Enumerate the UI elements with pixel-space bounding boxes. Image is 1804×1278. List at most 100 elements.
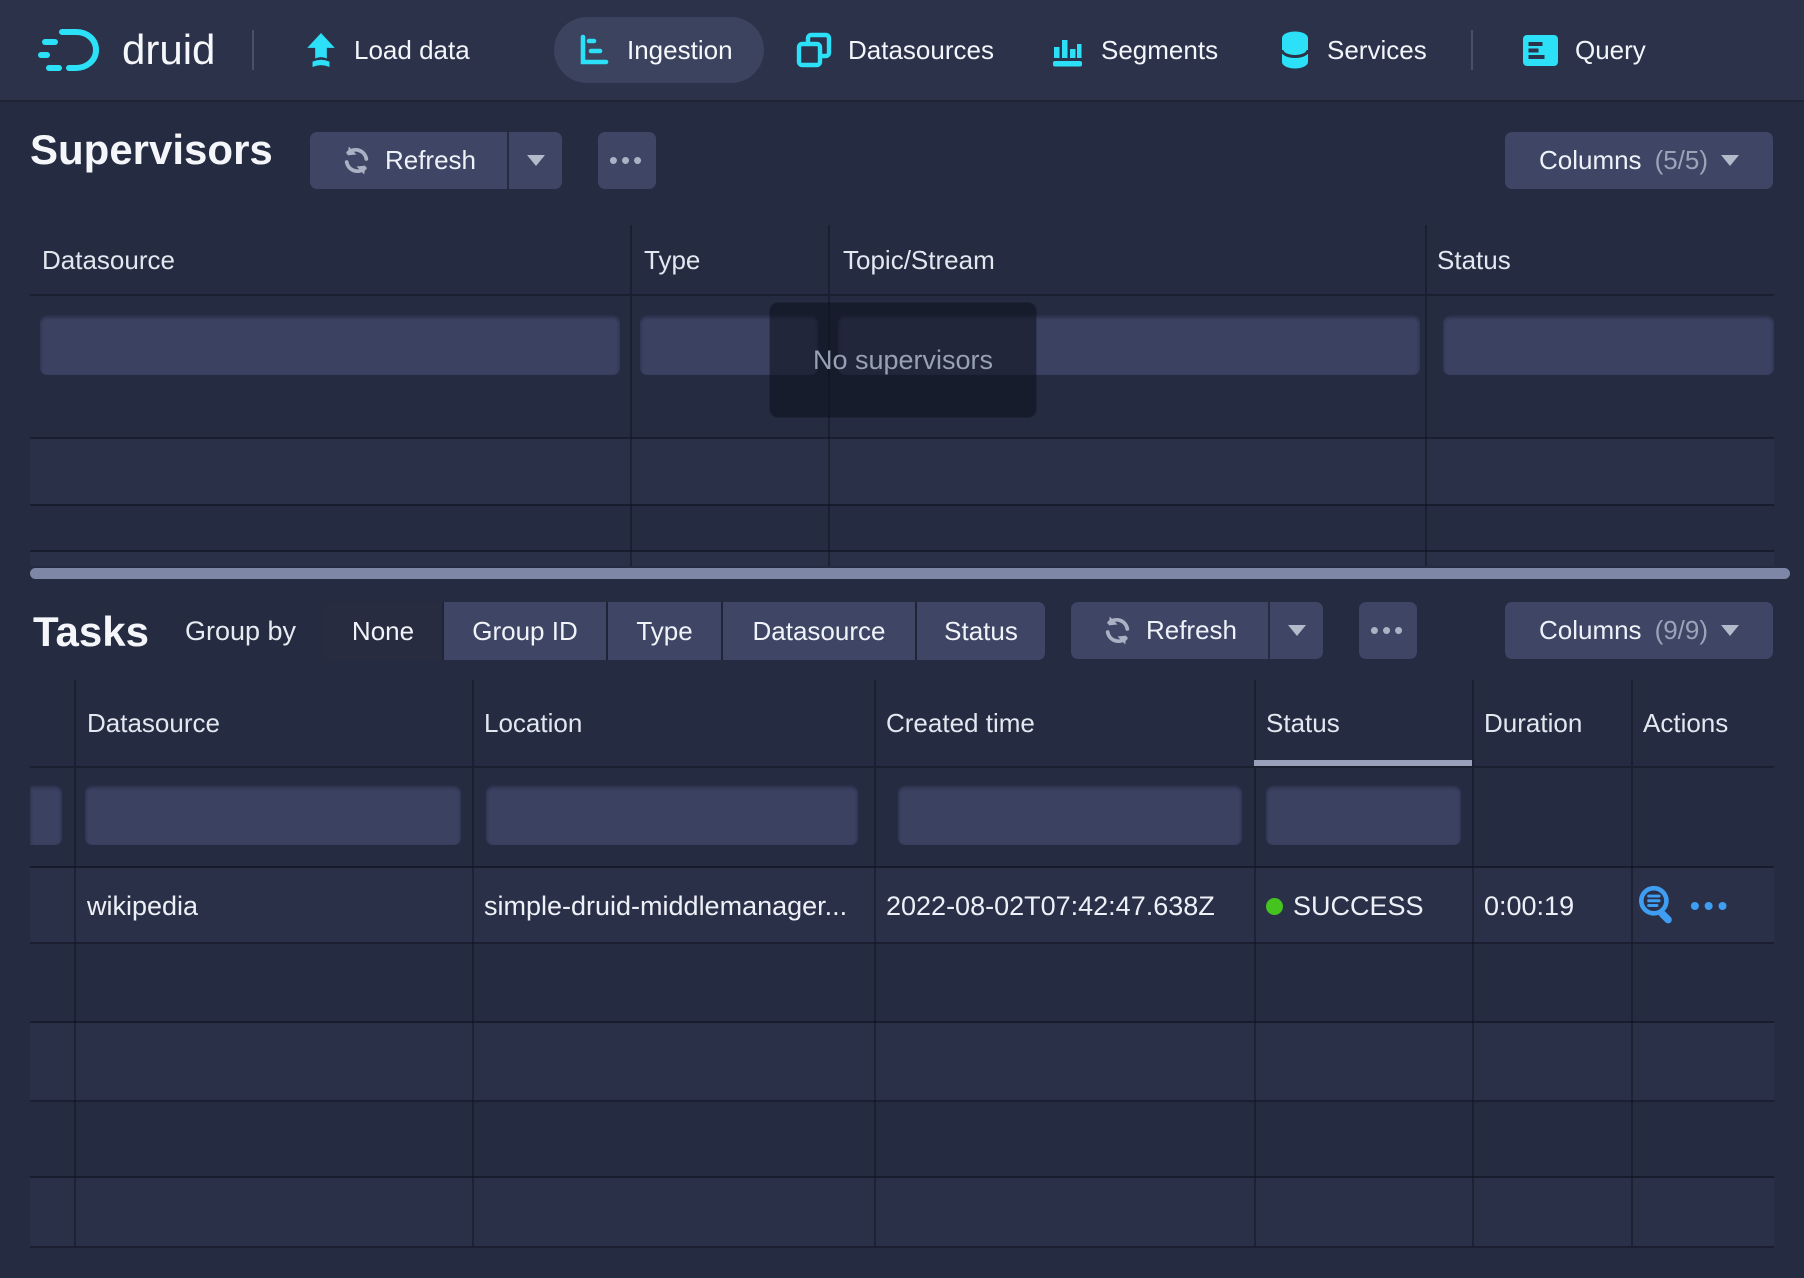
nav-item-load-data[interactable]: Load data (304, 0, 470, 100)
refresh-icon (1102, 615, 1133, 646)
task-cell-created-time: 2022-08-02T07:42:47.638Z (886, 868, 1215, 944)
row-divider (30, 1246, 1774, 1248)
nav-item-services[interactable]: Services (1279, 0, 1427, 100)
nav-divider (252, 30, 254, 70)
segments-icon (1049, 32, 1085, 68)
tasks-title: Tasks (33, 594, 149, 670)
row-divider (30, 437, 1774, 439)
success-dot-icon (1266, 898, 1283, 915)
column-divider (1472, 680, 1474, 1246)
top-nav: druid Load data Ingestion (0, 0, 1804, 102)
tasks-header-actions: Actions (1643, 680, 1728, 766)
tasks-filter-hidden-column[interactable] (30, 785, 62, 845)
columns-label: Columns (1539, 615, 1642, 646)
task-cell-location: simple-druid-middlemanager... (484, 868, 847, 944)
group-by-datasource-button[interactable]: Datasource (721, 602, 915, 660)
group-by-none-button[interactable]: None (324, 602, 442, 660)
services-icon (1279, 30, 1311, 70)
tasks-refresh-button[interactable]: Refresh (1071, 602, 1268, 659)
nav-item-ingestion[interactable]: Ingestion (554, 17, 764, 83)
app-logo[interactable]: druid (38, 0, 215, 100)
header-divider (30, 766, 1774, 768)
column-divider (630, 225, 632, 566)
task-cell-duration: 0:00:19 (1484, 868, 1574, 944)
columns-count: (9/9) (1655, 615, 1708, 646)
nav-item-label: Ingestion (627, 35, 733, 66)
chevron-down-icon (1721, 155, 1739, 166)
tasks-header-location[interactable]: Location (484, 680, 582, 766)
column-divider (472, 680, 474, 1246)
tasks-columns-button[interactable]: Columns (9/9) (1505, 602, 1773, 659)
supervisors-empty-row (30, 552, 1774, 566)
load-data-icon (304, 32, 338, 68)
druid-console: druid Load data Ingestion (0, 0, 1804, 1278)
columns-label: Columns (1539, 145, 1642, 176)
more-icon: ••• (609, 132, 645, 189)
row-divider (30, 1100, 1774, 1102)
nav-item-segments[interactable]: Segments (1049, 0, 1218, 100)
row-divider (30, 1176, 1774, 1178)
header-divider (30, 294, 1774, 296)
refresh-label: Refresh (1146, 615, 1237, 646)
supervisors-header-type[interactable]: Type (644, 225, 700, 295)
nav-item-label: Services (1327, 35, 1427, 66)
tasks-header-datasource[interactable]: Datasource (87, 680, 220, 766)
column-divider (74, 680, 76, 1246)
druid-logo-icon (38, 25, 110, 75)
empty-row (30, 1178, 1774, 1248)
tasks-refresh-dropdown-button[interactable] (1268, 602, 1323, 659)
task-detail-magnifier-icon[interactable] (1636, 884, 1678, 928)
tasks-header-status[interactable]: Status (1266, 680, 1340, 766)
nav-item-datasources[interactable]: Datasources (796, 0, 994, 100)
chevron-down-icon (527, 155, 545, 166)
supervisors-refresh-dropdown-button[interactable] (507, 132, 562, 189)
supervisors-header-datasource[interactable]: Datasource (42, 225, 175, 295)
column-divider (1425, 225, 1427, 566)
group-by-status-button[interactable]: Status (915, 602, 1045, 660)
supervisors-filter-datasource[interactable] (40, 315, 620, 375)
supervisors-empty-row (30, 438, 1774, 504)
group-by-type-button[interactable]: Type (606, 602, 721, 660)
nav-item-label: Datasources (848, 35, 994, 66)
tasks-filter-created-time[interactable] (898, 785, 1242, 845)
row-divider (30, 550, 1774, 552)
tasks-more-button[interactable]: ••• (1359, 602, 1417, 659)
supervisors-title: Supervisors (30, 112, 273, 188)
columns-count: (5/5) (1655, 145, 1708, 176)
supervisors-refresh-button[interactable]: Refresh (310, 132, 507, 189)
supervisors-filter-status[interactable] (1443, 315, 1774, 375)
supervisors-header-topic-stream[interactable]: Topic/Stream (843, 225, 995, 295)
empty-row (30, 1023, 1774, 1102)
row-divider (30, 504, 1774, 506)
supervisors-header-status[interactable]: Status (1437, 225, 1511, 295)
refresh-icon (341, 145, 372, 176)
no-supervisors-message: No supervisors (770, 303, 1036, 417)
column-divider (1631, 680, 1633, 1246)
datasources-icon (796, 32, 832, 68)
nav-divider (1471, 30, 1473, 70)
supervisors-horizontal-scrollbar[interactable] (30, 568, 1790, 579)
more-icon: ••• (1370, 602, 1406, 659)
nav-item-label: Query (1575, 35, 1646, 66)
group-by-group-id-button[interactable]: Group ID (442, 602, 606, 660)
supervisors-more-button[interactable]: ••• (598, 132, 656, 189)
ingestion-icon (577, 33, 611, 67)
column-divider (874, 680, 876, 1246)
row-divider (30, 1021, 1774, 1023)
chevron-down-icon (1288, 625, 1306, 636)
tasks-filter-datasource[interactable] (85, 785, 461, 845)
supervisors-columns-button[interactable]: Columns (5/5) (1505, 132, 1773, 189)
tasks-header-created-time[interactable]: Created time (886, 680, 1035, 766)
tasks-header-duration[interactable]: Duration (1484, 680, 1582, 766)
task-cell-datasource[interactable]: wikipedia (87, 868, 198, 944)
chevron-down-icon (1721, 625, 1739, 636)
nav-item-query[interactable]: Query (1522, 0, 1646, 100)
task-actions-more-icon[interactable]: ••• (1690, 868, 1731, 944)
task-cell-status: SUCCESS (1293, 868, 1424, 944)
nav-item-label: Segments (1101, 35, 1218, 66)
tasks-filter-status[interactable] (1266, 785, 1461, 845)
app-logo-text: druid (122, 26, 215, 74)
query-icon (1522, 34, 1559, 67)
tasks-filter-location[interactable] (486, 785, 858, 845)
group-by-label: Group by (185, 602, 296, 660)
